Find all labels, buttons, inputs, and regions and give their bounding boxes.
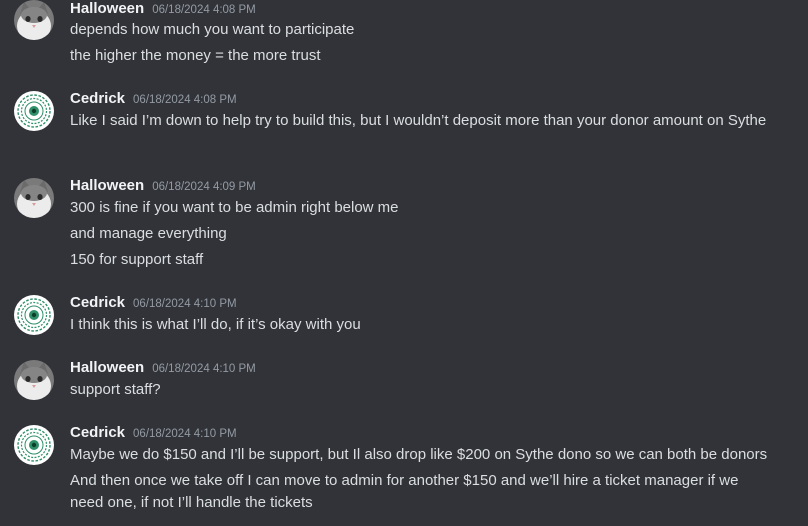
message-text: Maybe we do $150 and I’ll be support, bu… <box>70 446 768 463</box>
message-timestamp: 06/18/2024 4:09 PM <box>152 181 256 193</box>
message-text: And then once we take off I can move to … <box>70 472 739 511</box>
username[interactable]: Halloween <box>70 0 144 17</box>
message-text: support staff? <box>70 381 161 398</box>
message-text: Like I said I’m down to help try to buil… <box>70 112 767 129</box>
message-text: the higher the money = the more trust <box>70 47 321 64</box>
message-text: I think this is what I’ll do, if it’s ok… <box>70 316 361 333</box>
cat-avatar[interactable] <box>14 360 54 400</box>
message-timestamp: 06/18/2024 4:08 PM <box>152 4 256 16</box>
username[interactable]: Halloween <box>70 177 144 194</box>
message-text: 150 for support staff <box>70 251 204 268</box>
message-timestamp: 06/18/2024 4:10 PM <box>133 298 237 310</box>
cat-avatar[interactable] <box>14 0 54 40</box>
username[interactable]: Cedrick <box>70 90 125 107</box>
chat-messages: Halloween 06/18/2024 4:08 PM depends how… <box>0 0 808 526</box>
mandala-avatar[interactable] <box>14 295 54 335</box>
message-text: depends how much you want to participate <box>70 21 355 38</box>
mandala-avatar[interactable] <box>14 91 54 131</box>
message-timestamp: 06/18/2024 4:10 PM <box>152 363 256 375</box>
message-text: and manage everything <box>70 225 227 242</box>
cat-avatar[interactable] <box>14 178 54 218</box>
message-text: 300 is fine if you want to be admin righ… <box>70 199 399 216</box>
username[interactable]: Cedrick <box>70 294 125 311</box>
message-timestamp: 06/18/2024 4:08 PM <box>133 94 237 106</box>
mandala-avatar[interactable] <box>14 425 54 465</box>
username[interactable]: Cedrick <box>70 424 125 441</box>
username[interactable]: Halloween <box>70 359 144 376</box>
message-timestamp: 06/18/2024 4:10 PM <box>133 428 237 440</box>
